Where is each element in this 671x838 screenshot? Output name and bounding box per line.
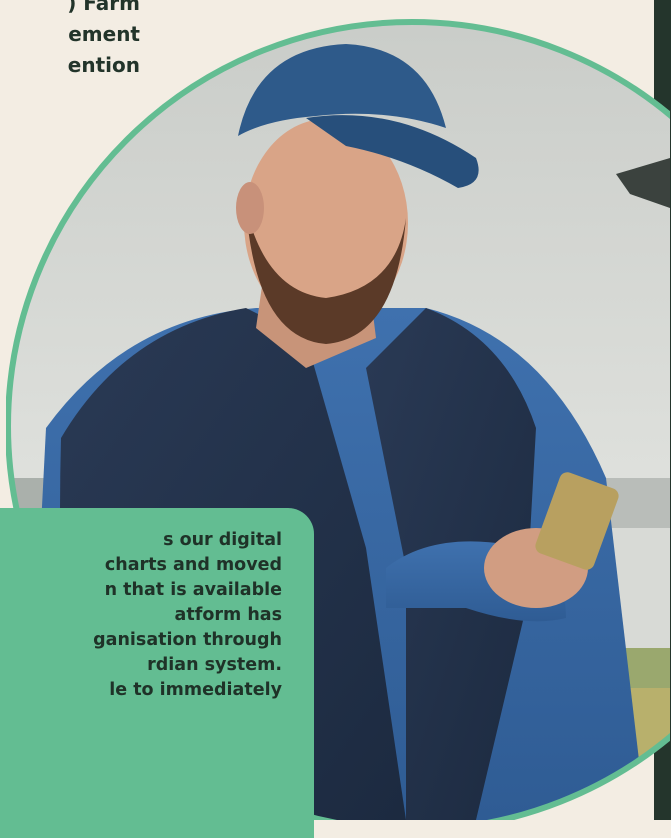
- quote-line-1: s our digital: [163, 530, 282, 550]
- quote-line-5: ganisation through: [93, 630, 282, 650]
- quote-line-3: n that is available: [104, 580, 282, 600]
- quote-line-2: charts and moved: [104, 555, 282, 575]
- quote-line-6: rdian system.: [147, 655, 282, 675]
- testimonial-quote: s our digital charts and moved n that is…: [0, 528, 282, 703]
- quote-line-7: le to immediately: [109, 680, 282, 700]
- quote-line-4: atform has: [174, 605, 282, 625]
